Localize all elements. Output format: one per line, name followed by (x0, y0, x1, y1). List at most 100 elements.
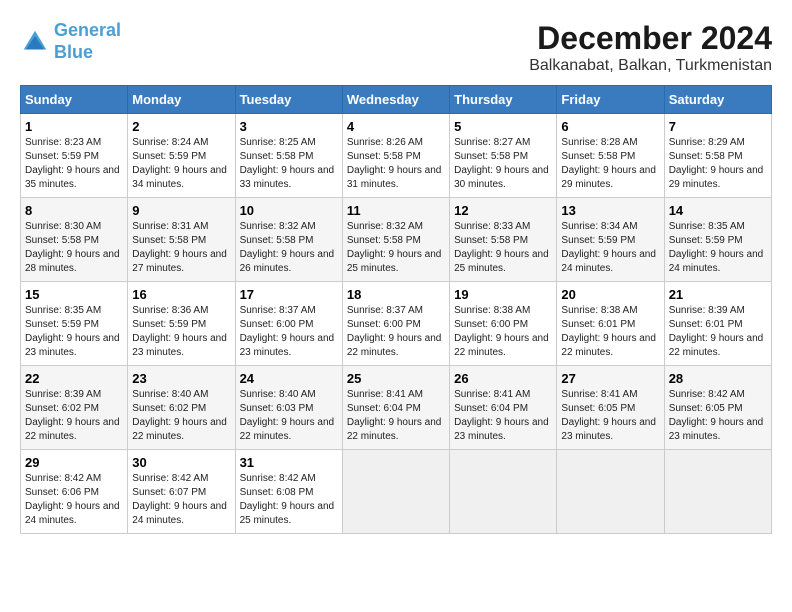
calendar-cell: 17 Sunrise: 8:37 AMSunset: 6:00 PMDaylig… (235, 282, 342, 366)
day-number: 28 (669, 371, 767, 386)
day-info: Sunrise: 8:33 AMSunset: 5:58 PMDaylight:… (454, 221, 549, 274)
day-number: 10 (240, 203, 338, 218)
day-number: 2 (132, 119, 230, 134)
day-info: Sunrise: 8:40 AMSunset: 6:03 PMDaylight:… (240, 389, 335, 442)
day-info: Sunrise: 8:29 AMSunset: 5:58 PMDaylight:… (669, 137, 764, 190)
day-info: Sunrise: 8:37 AMSunset: 6:00 PMDaylight:… (240, 305, 335, 358)
day-info: Sunrise: 8:34 AMSunset: 5:59 PMDaylight:… (561, 221, 656, 274)
calendar-cell: 2 Sunrise: 8:24 AMSunset: 5:59 PMDayligh… (128, 114, 235, 198)
day-info: Sunrise: 8:38 AMSunset: 6:00 PMDaylight:… (454, 305, 549, 358)
calendar-cell: 31 Sunrise: 8:42 AMSunset: 6:08 PMDaylig… (235, 450, 342, 534)
calendar-cell: 1 Sunrise: 8:23 AMSunset: 5:59 PMDayligh… (21, 114, 128, 198)
day-number: 31 (240, 455, 338, 470)
day-info: Sunrise: 8:25 AMSunset: 5:58 PMDaylight:… (240, 137, 335, 190)
calendar-week-3: 15 Sunrise: 8:35 AMSunset: 5:59 PMDaylig… (21, 282, 772, 366)
calendar-cell: 16 Sunrise: 8:36 AMSunset: 5:59 PMDaylig… (128, 282, 235, 366)
header-day-friday: Friday (557, 86, 664, 114)
calendar-cell: 30 Sunrise: 8:42 AMSunset: 6:07 PMDaylig… (128, 450, 235, 534)
calendar-header-row: SundayMondayTuesdayWednesdayThursdayFrid… (21, 86, 772, 114)
calendar-cell: 12 Sunrise: 8:33 AMSunset: 5:58 PMDaylig… (450, 198, 557, 282)
day-info: Sunrise: 8:30 AMSunset: 5:58 PMDaylight:… (25, 221, 120, 274)
day-info: Sunrise: 8:27 AMSunset: 5:58 PMDaylight:… (454, 137, 549, 190)
calendar-cell: 28 Sunrise: 8:42 AMSunset: 6:05 PMDaylig… (664, 366, 771, 450)
day-info: Sunrise: 8:32 AMSunset: 5:58 PMDaylight:… (347, 221, 442, 274)
calendar-cell: 10 Sunrise: 8:32 AMSunset: 5:58 PMDaylig… (235, 198, 342, 282)
calendar-week-5: 29 Sunrise: 8:42 AMSunset: 6:06 PMDaylig… (21, 450, 772, 534)
calendar-table: SundayMondayTuesdayWednesdayThursdayFrid… (20, 85, 772, 534)
calendar-cell: 14 Sunrise: 8:35 AMSunset: 5:59 PMDaylig… (664, 198, 771, 282)
day-number: 17 (240, 287, 338, 302)
day-number: 5 (454, 119, 552, 134)
day-info: Sunrise: 8:38 AMSunset: 6:01 PMDaylight:… (561, 305, 656, 358)
calendar-cell: 5 Sunrise: 8:27 AMSunset: 5:58 PMDayligh… (450, 114, 557, 198)
day-number: 4 (347, 119, 445, 134)
day-number: 27 (561, 371, 659, 386)
day-number: 19 (454, 287, 552, 302)
day-info: Sunrise: 8:41 AMSunset: 6:05 PMDaylight:… (561, 389, 656, 442)
subtitle: Balkanabat, Balkan, Turkmenistan (529, 57, 772, 75)
header-day-thursday: Thursday (450, 86, 557, 114)
calendar-cell: 11 Sunrise: 8:32 AMSunset: 5:58 PMDaylig… (342, 198, 449, 282)
day-number: 9 (132, 203, 230, 218)
day-info: Sunrise: 8:42 AMSunset: 6:05 PMDaylight:… (669, 389, 764, 442)
day-number: 15 (25, 287, 123, 302)
day-number: 18 (347, 287, 445, 302)
calendar-cell: 6 Sunrise: 8:28 AMSunset: 5:58 PMDayligh… (557, 114, 664, 198)
calendar-cell: 15 Sunrise: 8:35 AMSunset: 5:59 PMDaylig… (21, 282, 128, 366)
calendar-cell: 19 Sunrise: 8:38 AMSunset: 6:00 PMDaylig… (450, 282, 557, 366)
page-header: General Blue December 2024 Balkanabat, B… (20, 20, 772, 75)
header-day-sunday: Sunday (21, 86, 128, 114)
calendar-week-1: 1 Sunrise: 8:23 AMSunset: 5:59 PMDayligh… (21, 114, 772, 198)
day-info: Sunrise: 8:42 AMSunset: 6:07 PMDaylight:… (132, 473, 227, 526)
header-day-monday: Monday (128, 86, 235, 114)
main-title: December 2024 (529, 20, 772, 57)
day-number: 13 (561, 203, 659, 218)
calendar-cell: 27 Sunrise: 8:41 AMSunset: 6:05 PMDaylig… (557, 366, 664, 450)
day-number: 23 (132, 371, 230, 386)
day-number: 26 (454, 371, 552, 386)
day-info: Sunrise: 8:40 AMSunset: 6:02 PMDaylight:… (132, 389, 227, 442)
logo-text: General Blue (54, 20, 121, 63)
day-info: Sunrise: 8:36 AMSunset: 5:59 PMDaylight:… (132, 305, 227, 358)
day-number: 22 (25, 371, 123, 386)
day-number: 3 (240, 119, 338, 134)
calendar-cell: 24 Sunrise: 8:40 AMSunset: 6:03 PMDaylig… (235, 366, 342, 450)
day-number: 14 (669, 203, 767, 218)
title-block: December 2024 Balkanabat, Balkan, Turkme… (529, 20, 772, 75)
calendar-cell (664, 450, 771, 534)
day-info: Sunrise: 8:24 AMSunset: 5:59 PMDaylight:… (132, 137, 227, 190)
day-number: 16 (132, 287, 230, 302)
calendar-cell: 9 Sunrise: 8:31 AMSunset: 5:58 PMDayligh… (128, 198, 235, 282)
day-info: Sunrise: 8:41 AMSunset: 6:04 PMDaylight:… (347, 389, 442, 442)
day-info: Sunrise: 8:42 AMSunset: 6:08 PMDaylight:… (240, 473, 335, 526)
day-number: 8 (25, 203, 123, 218)
day-info: Sunrise: 8:26 AMSunset: 5:58 PMDaylight:… (347, 137, 442, 190)
day-info: Sunrise: 8:23 AMSunset: 5:59 PMDaylight:… (25, 137, 120, 190)
day-info: Sunrise: 8:35 AMSunset: 5:59 PMDaylight:… (669, 221, 764, 274)
calendar-cell: 29 Sunrise: 8:42 AMSunset: 6:06 PMDaylig… (21, 450, 128, 534)
calendar-cell: 23 Sunrise: 8:40 AMSunset: 6:02 PMDaylig… (128, 366, 235, 450)
day-number: 30 (132, 455, 230, 470)
logo: General Blue (20, 20, 121, 63)
calendar-cell (450, 450, 557, 534)
calendar-week-4: 22 Sunrise: 8:39 AMSunset: 6:02 PMDaylig… (21, 366, 772, 450)
day-number: 12 (454, 203, 552, 218)
day-number: 11 (347, 203, 445, 218)
day-number: 29 (25, 455, 123, 470)
day-info: Sunrise: 8:41 AMSunset: 6:04 PMDaylight:… (454, 389, 549, 442)
day-info: Sunrise: 8:32 AMSunset: 5:58 PMDaylight:… (240, 221, 335, 274)
calendar-cell: 4 Sunrise: 8:26 AMSunset: 5:58 PMDayligh… (342, 114, 449, 198)
calendar-cell: 13 Sunrise: 8:34 AMSunset: 5:59 PMDaylig… (557, 198, 664, 282)
day-number: 7 (669, 119, 767, 134)
day-info: Sunrise: 8:31 AMSunset: 5:58 PMDaylight:… (132, 221, 227, 274)
day-info: Sunrise: 8:39 AMSunset: 6:02 PMDaylight:… (25, 389, 120, 442)
calendar-cell: 20 Sunrise: 8:38 AMSunset: 6:01 PMDaylig… (557, 282, 664, 366)
header-day-saturday: Saturday (664, 86, 771, 114)
calendar-cell: 7 Sunrise: 8:29 AMSunset: 5:58 PMDayligh… (664, 114, 771, 198)
day-info: Sunrise: 8:39 AMSunset: 6:01 PMDaylight:… (669, 305, 764, 358)
calendar-cell: 8 Sunrise: 8:30 AMSunset: 5:58 PMDayligh… (21, 198, 128, 282)
day-info: Sunrise: 8:28 AMSunset: 5:58 PMDaylight:… (561, 137, 656, 190)
calendar-week-2: 8 Sunrise: 8:30 AMSunset: 5:58 PMDayligh… (21, 198, 772, 282)
day-number: 21 (669, 287, 767, 302)
header-day-tuesday: Tuesday (235, 86, 342, 114)
